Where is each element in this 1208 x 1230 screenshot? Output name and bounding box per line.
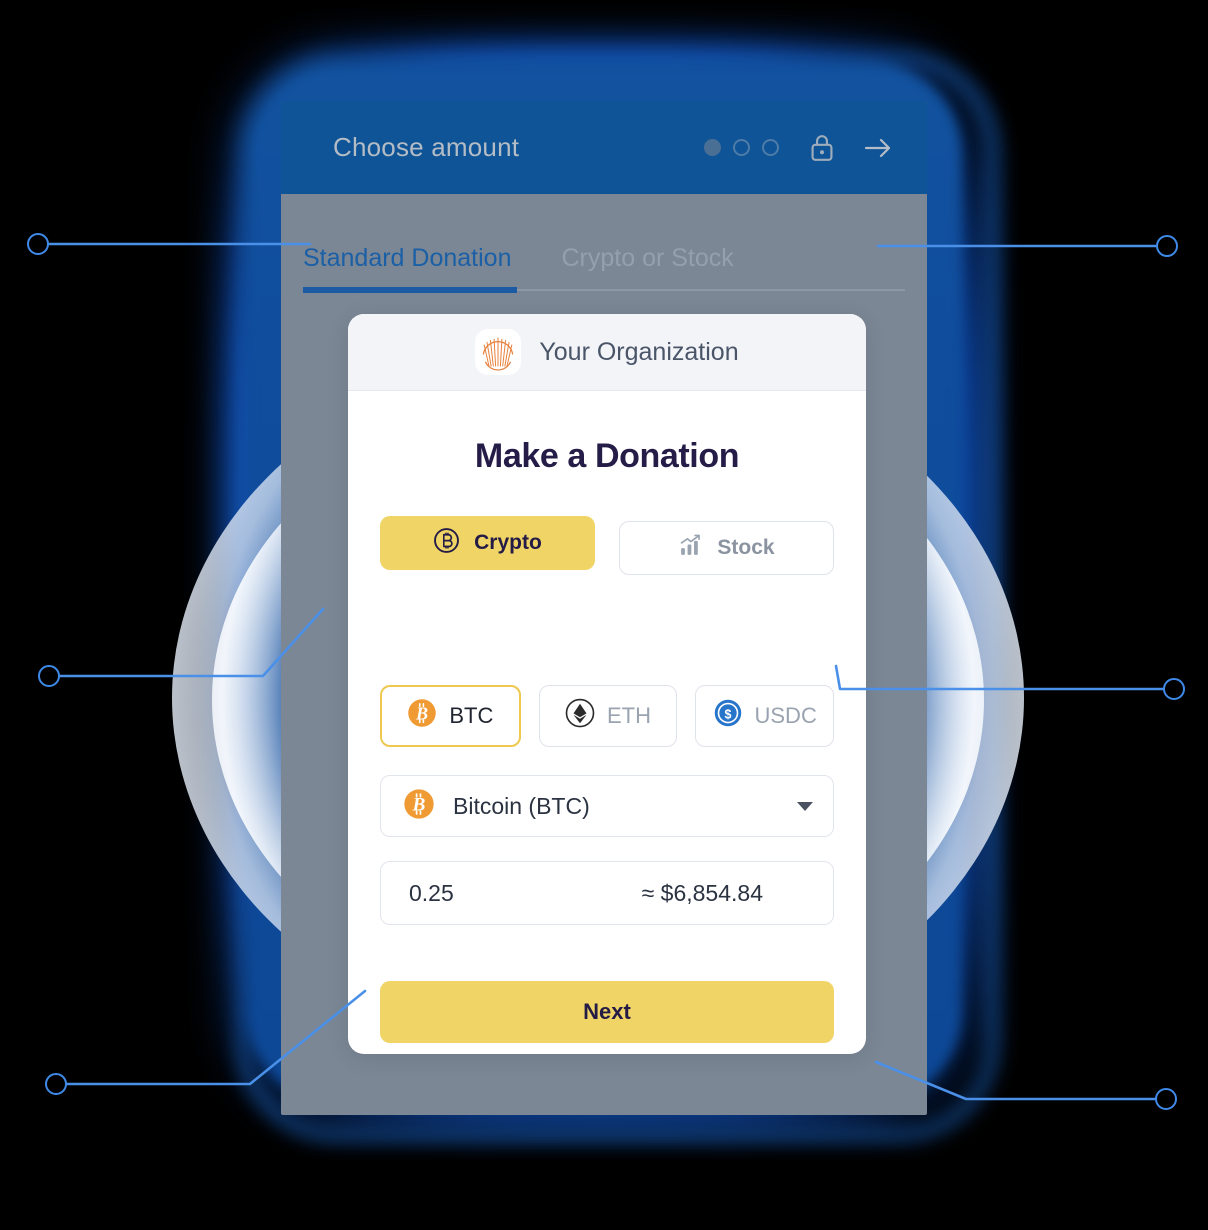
header-icon-group	[704, 133, 893, 163]
step-dot-2[interactable]	[733, 139, 750, 156]
coin-selector: B BTC ETH $ USDC	[380, 685, 835, 747]
donation-type-crypto-button[interactable]: Crypto	[380, 516, 595, 570]
donation-type-toggle: Crypto Stock	[380, 516, 834, 575]
card-body: Make a Donation Crypto Stock B BTC ETH $…	[348, 437, 866, 1043]
callout-node-standard-donation-tab[interactable]	[27, 233, 49, 255]
tab-crypto-or-stock[interactable]: Crypto or Stock	[561, 244, 733, 289]
chevron-down-icon[interactable]	[797, 801, 813, 811]
tab-standard-donation[interactable]: Standard Donation	[303, 244, 511, 289]
step-dot-1[interactable]	[704, 139, 721, 156]
step-dot-3[interactable]	[762, 139, 779, 156]
amount-input[interactable]: 0.25	[409, 880, 642, 907]
callout-node-crypto-or-stock-tab[interactable]	[1156, 235, 1178, 257]
callout-node-usdc-option[interactable]	[1163, 678, 1185, 700]
coin-option-usdc[interactable]: $ USDC	[695, 685, 835, 747]
ethereum-icon	[565, 698, 595, 734]
amount-usd-equivalent: ≈ $6,854.84	[641, 879, 763, 906]
callout-node-crypto-panel[interactable]	[38, 665, 60, 687]
bitcoin-circle-icon	[433, 527, 460, 560]
sunburst-logo-icon	[475, 329, 522, 375]
next-button[interactable]: Next	[380, 981, 834, 1043]
currency-select-value: Bitcoin (BTC)	[453, 792, 590, 819]
donation-type-stock-label: Stock	[717, 536, 775, 559]
tab-active-underline	[303, 287, 517, 293]
arrow-right-icon[interactable]	[863, 135, 893, 161]
coin-option-eth[interactable]: ETH	[538, 685, 678, 747]
card-header: Your Organization	[348, 314, 866, 391]
currency-select[interactable]: B Bitcoin (BTC)	[380, 775, 834, 837]
callout-node-donation-card[interactable]	[1155, 1088, 1177, 1110]
svg-text:$: $	[724, 707, 731, 721]
coin-option-usdc-label: USDC	[754, 703, 817, 728]
page-title: Choose amount	[333, 132, 520, 162]
donation-type-crypto-label: Crypto	[474, 531, 542, 554]
bitcoin-icon: B	[407, 698, 437, 734]
bar-chart-icon	[678, 533, 703, 564]
step-indicator	[704, 139, 779, 156]
usdc-icon: $	[713, 698, 743, 734]
tab-bar: Standard Donation Crypto or Stock	[281, 194, 927, 293]
organization-name: Your Organization	[539, 337, 739, 366]
callout-node-next-button[interactable]	[45, 1073, 67, 1095]
donation-type-stock-button[interactable]: Stock	[618, 521, 834, 575]
svg-text:B: B	[415, 703, 428, 723]
card-title: Make a Donation	[474, 437, 740, 475]
svg-text:B: B	[412, 794, 426, 815]
coin-option-btc-label: BTC	[449, 703, 494, 728]
amount-field[interactable]: 0.25 ≈ $6,854.84	[380, 861, 834, 925]
bitcoin-icon: B	[403, 788, 435, 825]
tab-underline-track	[303, 287, 905, 293]
coin-option-btc[interactable]: B BTC	[380, 685, 521, 747]
lock-icon	[809, 133, 835, 163]
donation-card: Your Organization Make a Donation Crypto	[348, 314, 866, 1054]
app-header: Choose amount	[281, 101, 927, 194]
coin-option-eth-label: ETH	[607, 703, 651, 728]
